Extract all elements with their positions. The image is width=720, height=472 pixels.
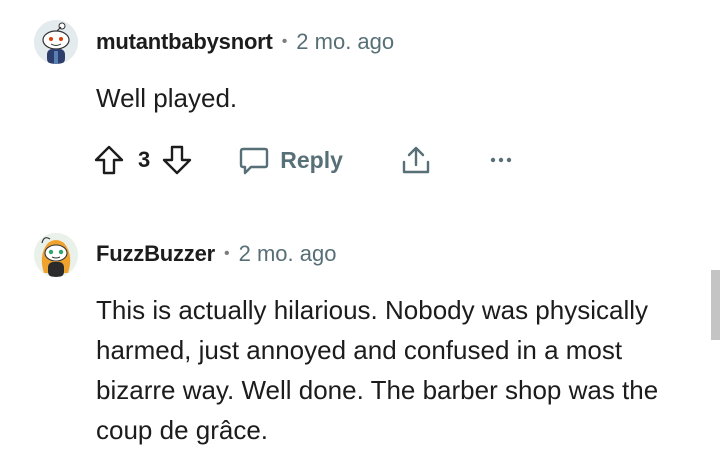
meta-separator: •: [224, 245, 230, 262]
arrow-down-outline-icon: [163, 145, 192, 175]
comment-meta: mutantbabysnort • 2 mo. ago: [96, 22, 394, 62]
reply-label: Reply: [280, 146, 343, 173]
comment-body: Well played.: [96, 83, 238, 113]
reply-button[interactable]: Reply: [238, 144, 343, 176]
timestamp[interactable]: 2 mo. ago: [296, 29, 394, 55]
share-upload-icon: [402, 146, 430, 174]
downvote-button[interactable]: [160, 143, 194, 177]
upvote-button[interactable]: [92, 143, 126, 177]
comment-body: This is actually hilarious. Nobody was p…: [96, 295, 659, 445]
username[interactable]: mutantbabysnort: [96, 29, 273, 55]
snoo-avatar-icon: [34, 20, 78, 64]
scrollbar-thumb[interactable]: [711, 270, 720, 340]
user-avatar[interactable]: [34, 20, 78, 64]
more-options-button[interactable]: [489, 155, 513, 165]
arrow-up-outline-icon: [94, 145, 124, 175]
share-button[interactable]: [399, 143, 433, 177]
comment-meta: FuzzBuzzer • 2 mo. ago: [96, 234, 336, 274]
meta-separator: •: [281, 33, 288, 50]
username[interactable]: FuzzBuzzer: [96, 241, 215, 267]
snoo-avatar-icon: [34, 233, 78, 277]
speech-bubble-icon: [240, 147, 269, 175]
comment-actions: 3 Reply: [92, 138, 532, 182]
ellipsis-icon: [490, 157, 512, 163]
vote-count: 3: [138, 147, 151, 172]
timestamp[interactable]: 2 mo. ago: [239, 241, 337, 267]
user-avatar[interactable]: [34, 233, 78, 277]
